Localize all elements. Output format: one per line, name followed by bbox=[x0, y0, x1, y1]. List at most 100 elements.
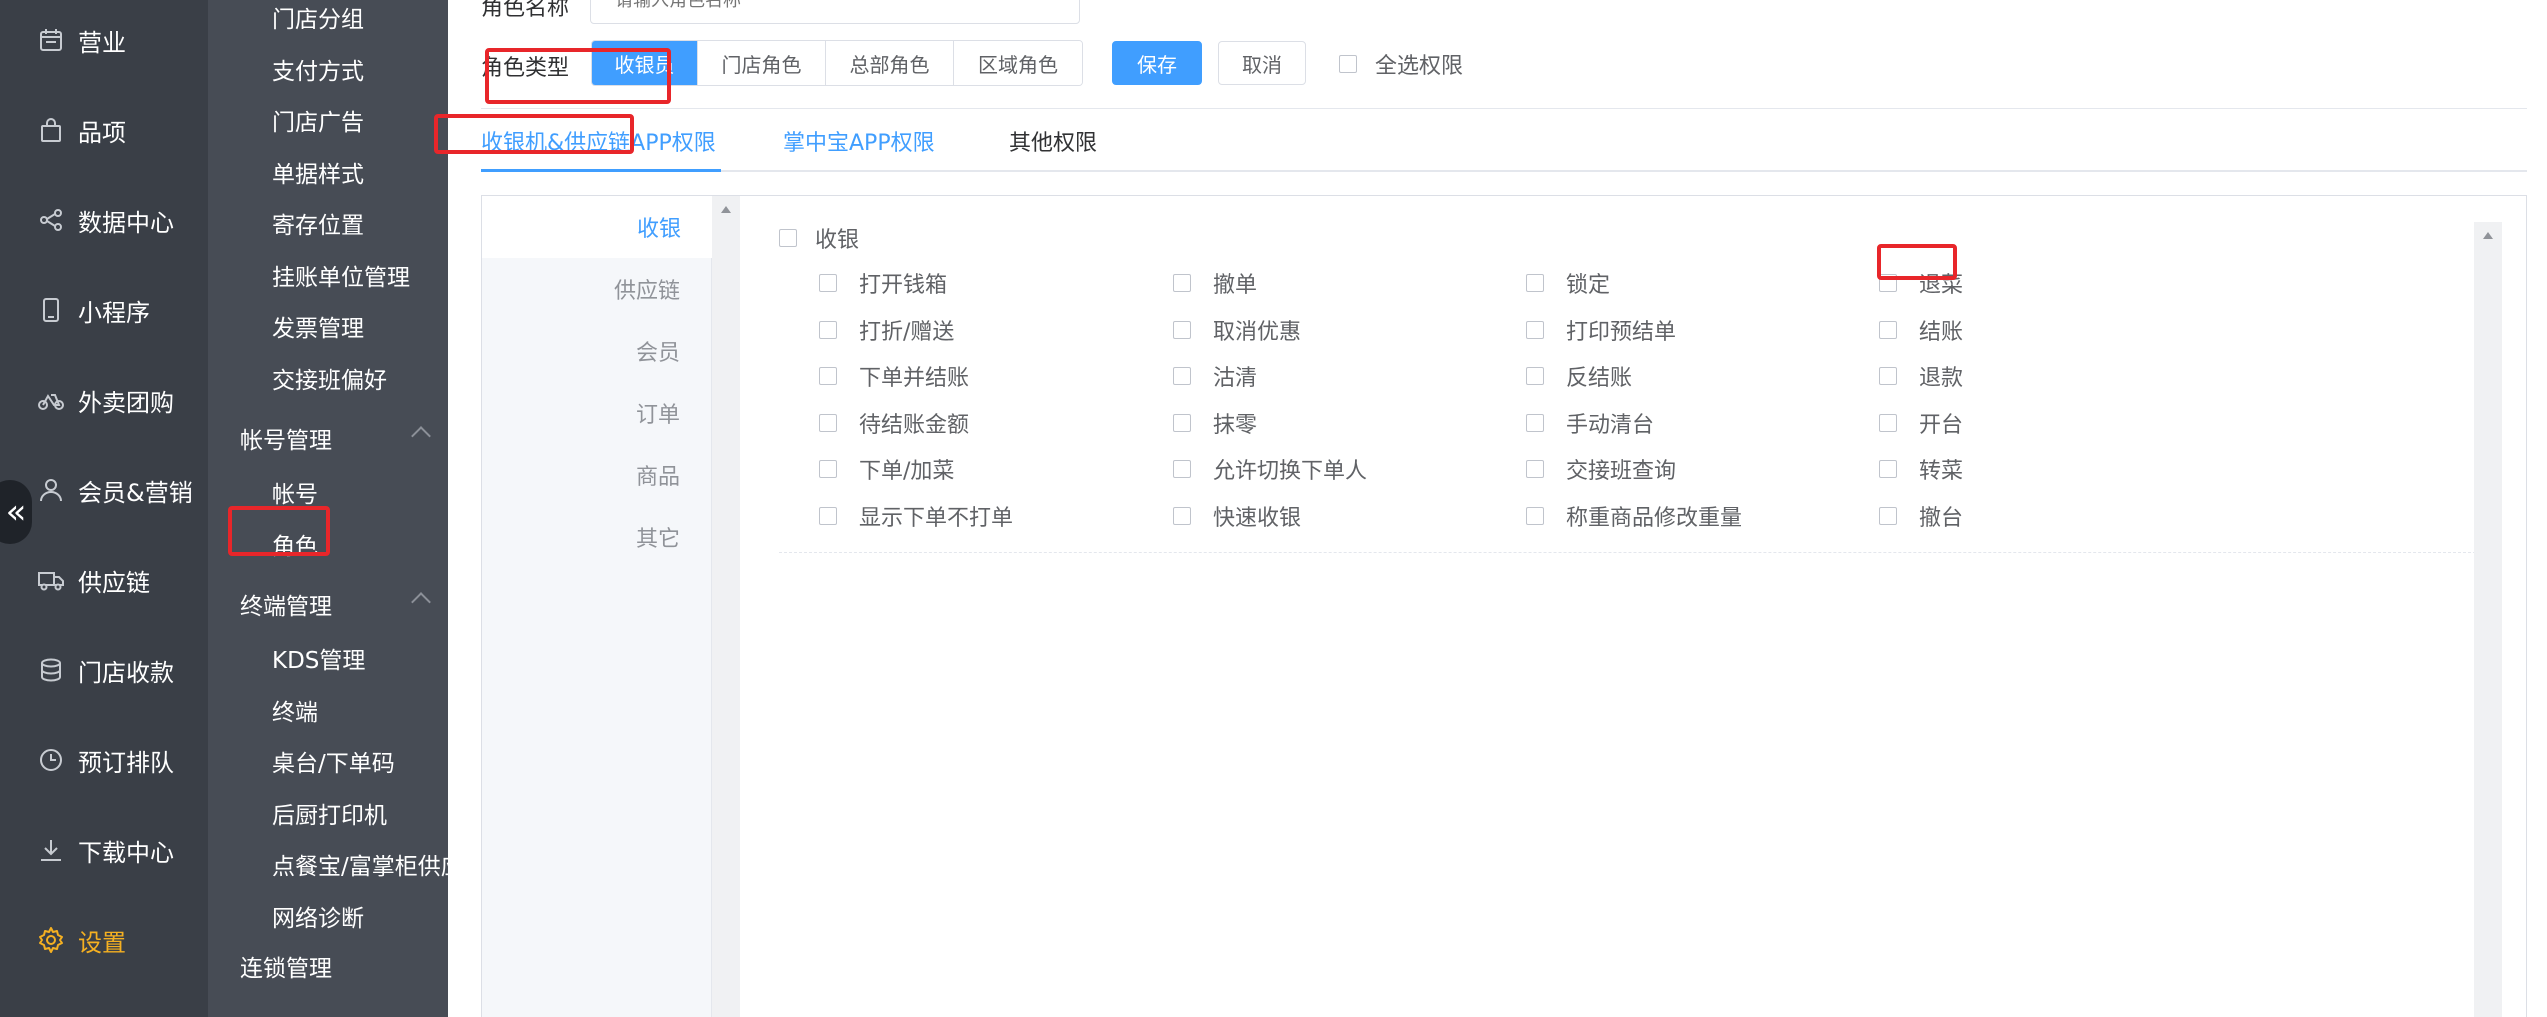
permission-checkbox[interactable]: 快速收银 bbox=[1173, 500, 1301, 532]
nav-item-store-payment[interactable]: 门店收款 bbox=[0, 640, 208, 700]
permission-checkbox[interactable]: 沽清 bbox=[1173, 360, 1257, 392]
nav-item-settings[interactable]: 设置 bbox=[0, 910, 208, 970]
role-type-label: 角色类型 bbox=[481, 56, 570, 81]
nav-item-business[interactable]: 营业 bbox=[0, 10, 208, 70]
permission-checkbox[interactable]: 打开钱箱 bbox=[819, 267, 947, 299]
permission-checkbox[interactable]: 打印预结单 bbox=[1526, 314, 1676, 346]
permission-checkbox[interactable]: 下单并结账 bbox=[819, 360, 969, 392]
submenu-item-kitchen-printer[interactable]: 后厨打印机 bbox=[272, 796, 387, 830]
role-name-input[interactable] bbox=[590, 0, 1080, 24]
checkbox-box bbox=[1526, 506, 1544, 525]
content-scrollbar[interactable] bbox=[2474, 222, 2502, 1017]
role-type-option-hq[interactable]: 总部角色 bbox=[826, 41, 954, 85]
submenu-item-account[interactable]: 帐号 bbox=[272, 475, 318, 509]
permission-label: 打印预结单 bbox=[1566, 319, 1677, 345]
select-all-checkbox[interactable]: 全选权限 bbox=[1339, 48, 1463, 80]
permission-checkbox[interactable]: 撤单 bbox=[1173, 267, 1257, 299]
checkbox-box bbox=[1173, 413, 1191, 432]
permission-checkbox[interactable]: 转菜 bbox=[1879, 453, 1963, 485]
nav-item-label: 外卖团购 bbox=[78, 388, 174, 417]
submenu-item-store-group[interactable]: 门店分组 bbox=[272, 0, 364, 34]
category-tab-product[interactable]: 商品 bbox=[482, 444, 712, 506]
checkbox-box bbox=[1173, 506, 1191, 525]
permission-checkbox[interactable]: 退菜 bbox=[1879, 267, 1963, 299]
category-tab-supply-chain[interactable]: 供应链 bbox=[482, 258, 712, 320]
permission-checkbox[interactable]: 打折/赠送 bbox=[819, 314, 954, 346]
scroll-up-arrow-icon[interactable] bbox=[721, 206, 731, 213]
permission-label: 打开钱箱 bbox=[859, 273, 948, 298]
nav-item-mini-program[interactable]: 小程序 bbox=[0, 280, 208, 340]
cancel-button[interactable]: 取消 bbox=[1218, 41, 1306, 85]
permission-label: 允许切换下单人 bbox=[1213, 459, 1368, 484]
submenu-item-store-ads[interactable]: 门店广告 bbox=[272, 103, 364, 137]
settings-submenu: 门店分组 支付方式 门店广告 单据样式 寄存位置 挂账单位管理 发票管理 交接班… bbox=[208, 0, 448, 1017]
permission-label: 交接班查询 bbox=[1566, 459, 1677, 484]
submenu-item-network-diagnosis[interactable]: 网络诊断 bbox=[272, 899, 364, 933]
checkbox-box bbox=[1173, 274, 1191, 292]
chevron-up-icon bbox=[411, 592, 431, 612]
tab-handheld-app[interactable]: 掌中宝APP权限 bbox=[783, 125, 935, 157]
checkbox-box bbox=[1879, 274, 1897, 292]
role-type-option-store[interactable]: 门店角色 bbox=[698, 41, 826, 85]
permission-checkbox[interactable]: 结账 bbox=[1879, 314, 1963, 346]
permission-group-checkbox[interactable]: 收银 bbox=[779, 222, 859, 254]
submenu-item-kds[interactable]: KDS管理 bbox=[272, 641, 365, 675]
submenu-item-invoice[interactable]: 发票管理 bbox=[272, 309, 364, 343]
primary-nav: 营业 品项 数据中心 小程序 外卖团购 会员&营销 供应链 门店收款 预订排队 … bbox=[0, 0, 208, 1017]
tab-pos-supply-app[interactable]: 收银机&供应链APP权限 bbox=[481, 125, 716, 157]
permission-checkbox[interactable]: 称重商品修改重量 bbox=[1526, 500, 1742, 532]
bike-icon bbox=[36, 385, 66, 415]
submenu-item-pos-device[interactable]: 点餐宝/富掌柜供应 bbox=[272, 847, 448, 881]
collapse-sidebar-button[interactable]: « bbox=[0, 480, 32, 544]
submenu-item-table-qr[interactable]: 桌台/下单码 bbox=[272, 744, 395, 778]
nav-item-supply-chain[interactable]: 供应链 bbox=[0, 550, 208, 610]
submenu-item-terminal[interactable]: 终端 bbox=[272, 693, 318, 727]
permission-tabs: 收银机&供应链APP权限 掌中宝APP权限 其他权限 bbox=[481, 108, 2527, 172]
save-button[interactable]: 保存 bbox=[1112, 41, 1202, 85]
permission-checkbox[interactable]: 撤台 bbox=[1879, 500, 1963, 532]
permission-checkbox[interactable]: 锁定 bbox=[1526, 267, 1610, 299]
submenu-item-shift-pref[interactable]: 交接班偏好 bbox=[272, 361, 387, 395]
permission-checkbox[interactable]: 取消优惠 bbox=[1173, 314, 1301, 346]
submenu-item-role[interactable]: 角色 bbox=[272, 527, 318, 561]
nav-item-reservation[interactable]: 预订排队 bbox=[0, 730, 208, 790]
permission-label: 退菜 bbox=[1919, 273, 1964, 298]
chevron-up-icon bbox=[411, 426, 431, 446]
main-content: 角色名称 角色类型 收银员 门店角色 总部角色 区域角色 保存 取消 全选权限 … bbox=[434, 0, 2547, 1017]
submenu-group-terminal[interactable]: 终端管理 bbox=[240, 587, 431, 621]
permission-checkbox[interactable]: 手动清台 bbox=[1526, 407, 1654, 439]
submenu-item-payment-method[interactable]: 支付方式 bbox=[272, 52, 364, 86]
nav-item-takeout[interactable]: 外卖团购 bbox=[0, 370, 208, 430]
nav-item-partial[interactable] bbox=[0, 990, 208, 1017]
permission-label: 退款 bbox=[1919, 366, 1964, 391]
scroll-up-arrow-icon[interactable] bbox=[2483, 232, 2493, 239]
role-type-option-region[interactable]: 区域角色 bbox=[954, 41, 1082, 85]
category-tab-cashier[interactable]: 收银 bbox=[482, 196, 713, 258]
nav-item-data-center[interactable]: 数据中心 bbox=[0, 190, 208, 250]
permission-checkbox[interactable]: 交接班查询 bbox=[1526, 453, 1676, 485]
checkbox-box bbox=[1173, 320, 1191, 339]
permission-checkbox[interactable]: 反结账 bbox=[1526, 360, 1632, 392]
role-type-option-cashier[interactable]: 收银员 bbox=[592, 41, 698, 85]
submenu-item-storage-location[interactable]: 寄存位置 bbox=[272, 206, 364, 240]
permission-checkbox[interactable]: 显示下单不打单 bbox=[819, 500, 1013, 532]
category-tab-member[interactable]: 会员 bbox=[482, 320, 712, 382]
permission-checkbox[interactable]: 退款 bbox=[1879, 360, 1963, 392]
permission-checkbox[interactable]: 允许切换下单人 bbox=[1173, 453, 1367, 485]
category-tab-order[interactable]: 订单 bbox=[482, 382, 712, 444]
submenu-item-credit-unit[interactable]: 挂账单位管理 bbox=[272, 258, 410, 292]
nav-item-products[interactable]: 品项 bbox=[0, 100, 208, 160]
tab-other-permissions[interactable]: 其他权限 bbox=[1009, 125, 1097, 157]
permission-checkbox[interactable]: 抹零 bbox=[1173, 407, 1257, 439]
permission-checkbox[interactable]: 待结账金额 bbox=[819, 407, 969, 439]
category-tab-other[interactable]: 其它 bbox=[482, 506, 712, 568]
permission-label: 反结账 bbox=[1566, 366, 1633, 391]
nav-item-label: 下载中心 bbox=[78, 838, 174, 867]
submenu-group-chain[interactable]: 连锁管理 bbox=[240, 949, 332, 983]
submenu-group-account[interactable]: 帐号管理 bbox=[240, 421, 431, 455]
nav-item-download[interactable]: 下载中心 bbox=[0, 820, 208, 880]
permission-checkbox[interactable]: 下单/加菜 bbox=[819, 453, 954, 485]
category-scrollbar[interactable] bbox=[712, 196, 740, 1017]
submenu-item-receipt-style[interactable]: 单据样式 bbox=[272, 155, 364, 189]
permission-checkbox[interactable]: 开台 bbox=[1879, 407, 1963, 439]
